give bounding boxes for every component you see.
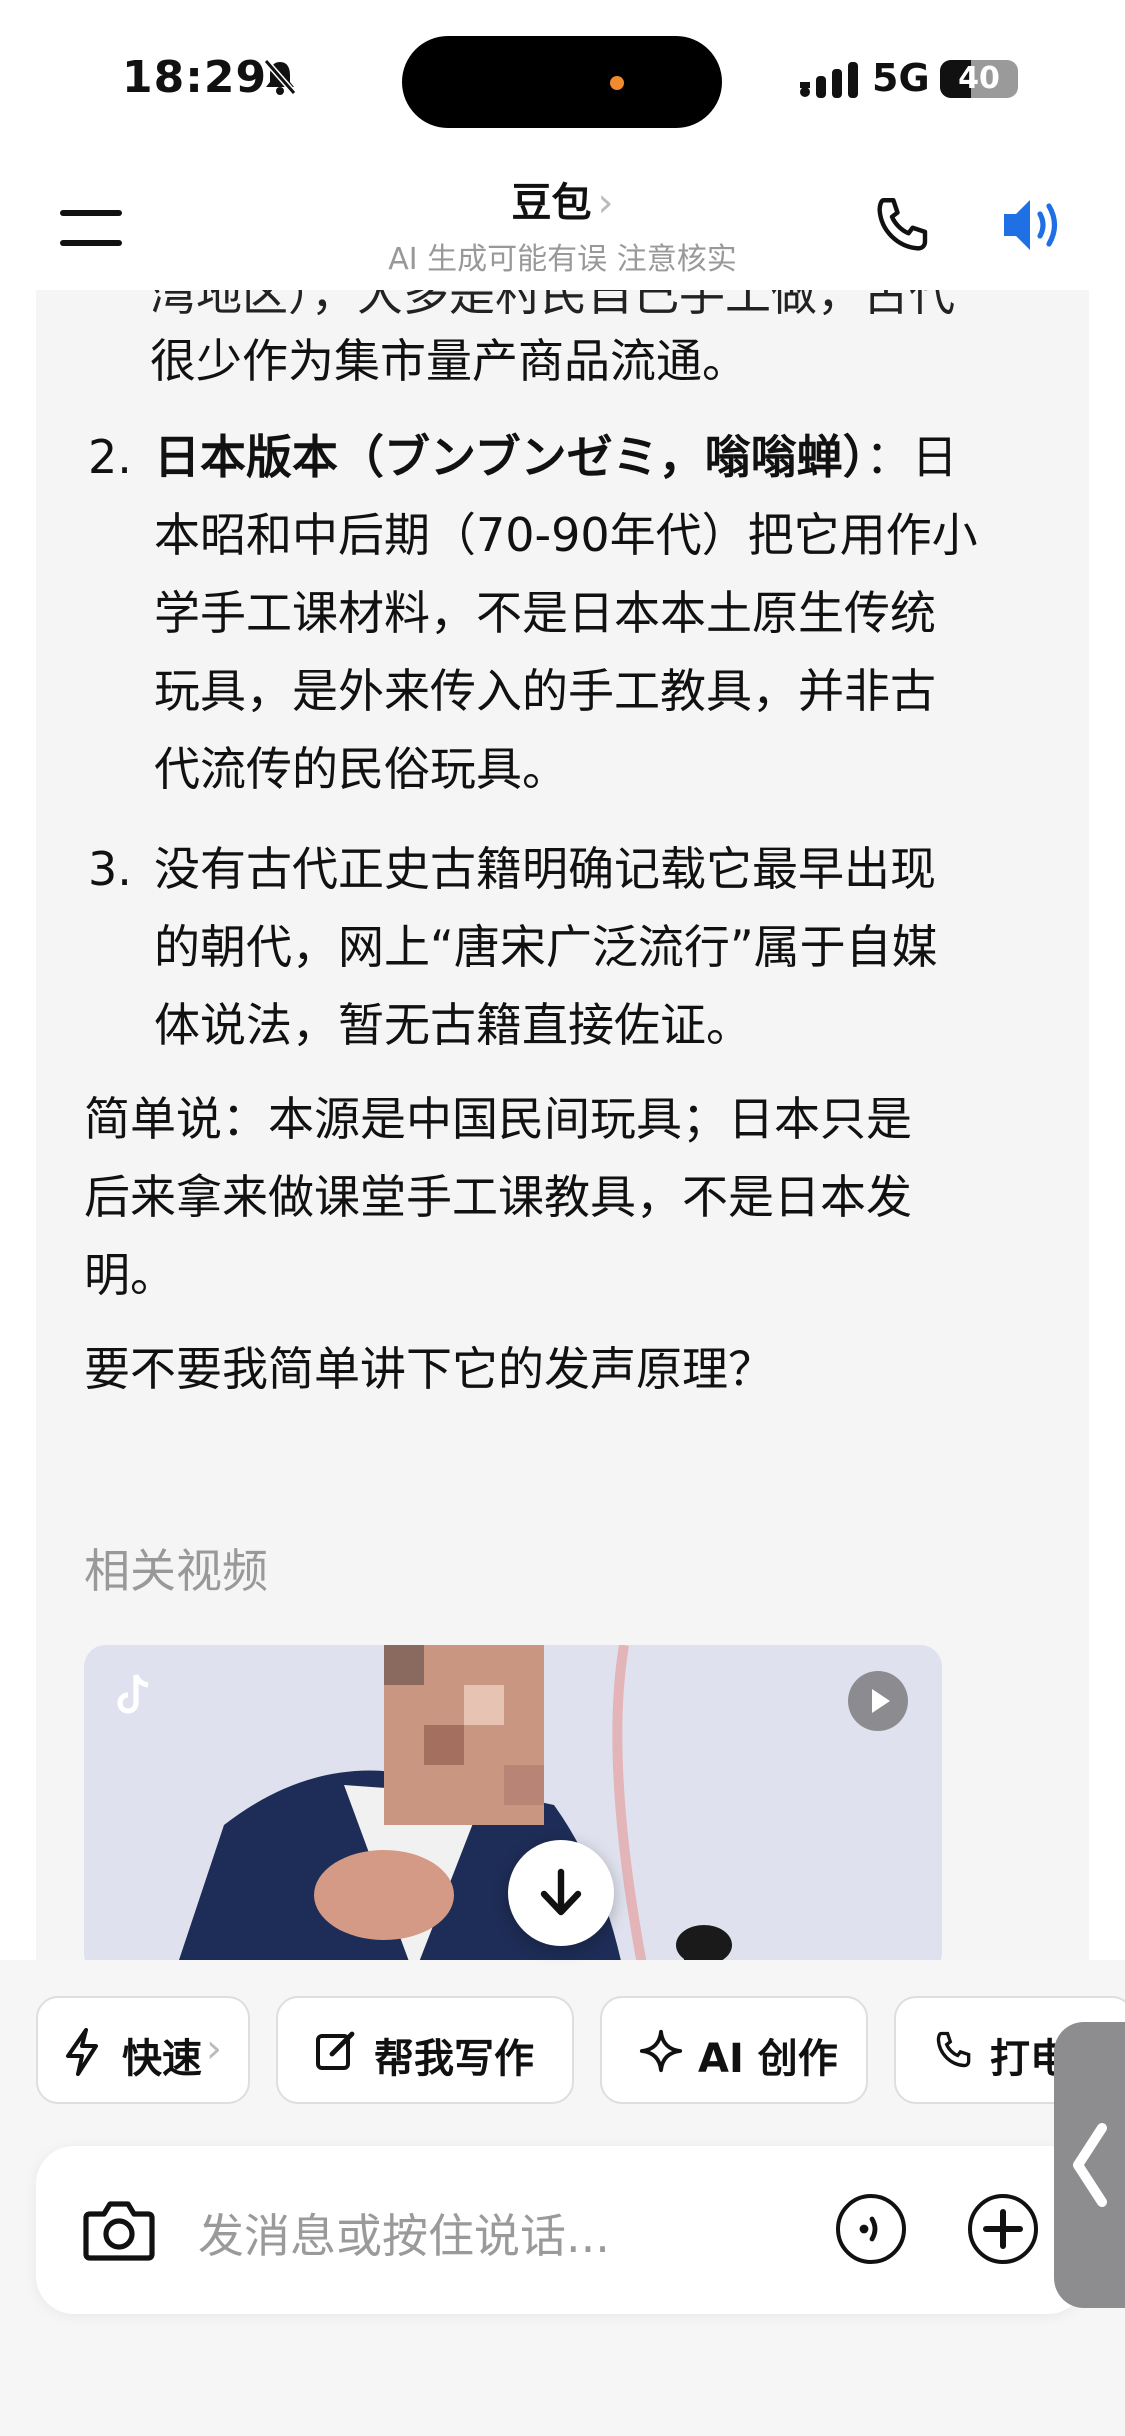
list-item-text: 的朝代，网上“唐宋广泛流行”属于自媒 bbox=[154, 920, 938, 974]
list-item-text: 本昭和中后期（70-90年代）把它用作小 bbox=[154, 508, 978, 562]
summary-line: 简单说：本源是中国民间玩具；日本只是 bbox=[84, 1092, 912, 1146]
silent-bell-icon bbox=[262, 58, 298, 100]
chip-label: 快速 bbox=[122, 2036, 202, 2082]
list-item-text: ：日 bbox=[865, 430, 958, 484]
status-time: 18:29 bbox=[122, 52, 268, 103]
quick-mode-chip[interactable]: 快速 › bbox=[36, 1996, 250, 2104]
message-input-bar[interactable]: 发消息或按住说话... bbox=[36, 2146, 1086, 2314]
bot-message: 湾地区），大多是村民自己手工做，古代 很少作为集市量产商品流通。 2. 日本版本… bbox=[36, 290, 1089, 1960]
ai-disclaimer: AI 生成可能有误 注意核实 bbox=[388, 242, 737, 277]
voice-input-button[interactable] bbox=[836, 2194, 906, 2264]
writing-chip[interactable]: 帮我写作 bbox=[276, 1996, 574, 2104]
battery-percent: 40 bbox=[958, 61, 1000, 96]
phone-call-button[interactable] bbox=[870, 192, 936, 262]
list-item: 日本版本（ブンブンゼミ，嗡嗡蝉）：日 本昭和中后期（70-90年代）把它用作小 … bbox=[154, 418, 1084, 808]
chat-header: 豆包 › AI 生成可能有误 注意核实 bbox=[0, 160, 1125, 290]
chevron-right-icon: › bbox=[597, 180, 614, 226]
sparkle-icon bbox=[639, 2029, 683, 2073]
camera-icon[interactable] bbox=[82, 2198, 156, 2266]
chip-label: AI 创作 bbox=[698, 2036, 838, 2082]
plus-icon[interactable] bbox=[968, 2194, 1038, 2264]
dynamic-island bbox=[402, 36, 722, 128]
related-videos-heading: 相关视频 bbox=[84, 1544, 268, 1598]
lightning-icon bbox=[66, 2028, 98, 2076]
list-item-text: 体说法，暂无古籍直接佐证。 bbox=[154, 998, 752, 1052]
network-type: 5G bbox=[872, 56, 930, 100]
play-icon[interactable] bbox=[848, 1671, 908, 1731]
edit-icon bbox=[316, 2031, 355, 2070]
scroll-down-button[interactable] bbox=[508, 1840, 614, 1946]
chevron-right-icon: › bbox=[206, 2026, 222, 2072]
chip-label: 帮我写作 bbox=[374, 2036, 534, 2082]
list-number: 3. bbox=[88, 842, 132, 896]
phone-icon bbox=[936, 2031, 971, 2068]
list-item: 没有古代正史古籍明确记载它最早出现 的朝代，网上“唐宋广泛流行”属于自媒 体说法… bbox=[154, 830, 1084, 1064]
summary-line: 后来拿来做课堂手工课教具，不是日本发 bbox=[84, 1170, 912, 1224]
ai-create-chip[interactable]: AI 创作 bbox=[600, 1996, 868, 2104]
message-input[interactable]: 发消息或按住说话... bbox=[198, 2200, 610, 2266]
list-item-text: 没有古代正史古籍明确记载它最早出现 bbox=[154, 842, 936, 896]
speaker-button[interactable] bbox=[1000, 194, 1068, 260]
summary-line: 明。 bbox=[84, 1248, 176, 1302]
status-bar: 18:29 5G 40 bbox=[0, 0, 1125, 160]
list-item-title: 日本版本（ブンブンゼミ，嗡嗡蝉） bbox=[154, 430, 866, 484]
bot-name: 豆包 bbox=[511, 180, 592, 226]
side-panel-handle[interactable] bbox=[1054, 2022, 1125, 2308]
list-item-text: 学手工课材料，不是日本本土原生传统 bbox=[154, 586, 936, 640]
list-number: 2. bbox=[88, 430, 132, 484]
list-item-text: 玩具，是外来传入的手工教具，并非古 bbox=[154, 664, 936, 718]
chevron-left-icon bbox=[1073, 2123, 1107, 2207]
signal-icon bbox=[800, 62, 860, 102]
battery-icon: 40 bbox=[940, 60, 1018, 98]
list-item-text: 代流传的民俗玩具。 bbox=[154, 742, 568, 796]
follow-up-question: 要不要我简单讲下它的发声原理？ bbox=[84, 1342, 774, 1396]
composer-area: 快速 › 帮我写作 AI 创作 打电 发消息或按住说话... bbox=[0, 1960, 1125, 2436]
message-text: 很少作为集市量产商品流通。 bbox=[150, 334, 748, 388]
chat-title[interactable]: 豆包 › bbox=[0, 170, 1125, 228]
summary-text: 简单说：本源是中国民间玩具；日本只是 后来拿来做课堂手工课教具，不是日本发 明。 bbox=[84, 1080, 1064, 1314]
